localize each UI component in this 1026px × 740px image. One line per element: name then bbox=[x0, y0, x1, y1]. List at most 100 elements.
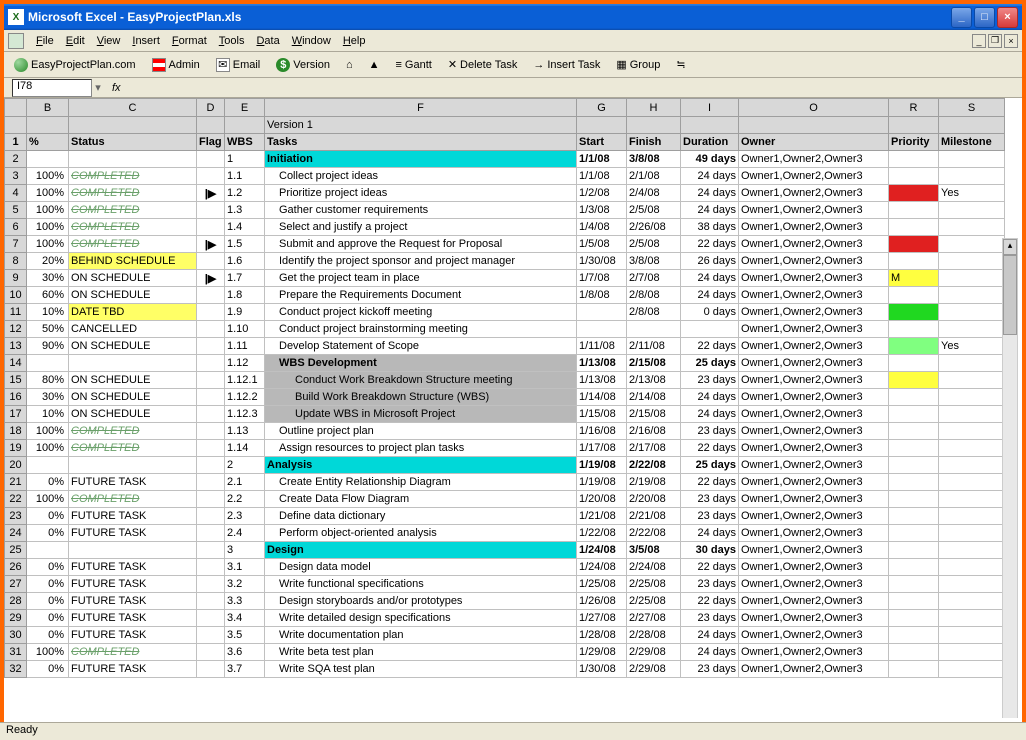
row-header[interactable]: 19 bbox=[5, 440, 27, 457]
cell[interactable] bbox=[197, 117, 225, 134]
priority-cell[interactable] bbox=[889, 338, 939, 355]
owner-cell[interactable]: Owner1,Owner2,Owner3 bbox=[739, 627, 889, 644]
duration-cell[interactable]: 24 days bbox=[681, 406, 739, 423]
wbs-cell[interactable]: 1.5 bbox=[225, 236, 265, 253]
owner-cell[interactable]: Owner1,Owner2,Owner3 bbox=[739, 270, 889, 287]
milestone-cell[interactable] bbox=[939, 627, 1005, 644]
finish-cell[interactable]: 2/22/08 bbox=[627, 457, 681, 474]
pct-cell[interactable]: 0% bbox=[27, 593, 69, 610]
pct-cell[interactable] bbox=[27, 542, 69, 559]
status-cell[interactable]: COMPLETED bbox=[69, 168, 197, 185]
milestone-cell[interactable] bbox=[939, 559, 1005, 576]
task-cell[interactable]: Write beta test plan bbox=[265, 644, 577, 661]
wbs-cell[interactable]: 1.4 bbox=[225, 219, 265, 236]
milestone-cell[interactable] bbox=[939, 253, 1005, 270]
duration-cell[interactable]: 23 days bbox=[681, 610, 739, 627]
col-header[interactable]: G bbox=[577, 99, 627, 117]
pct-cell[interactable]: 10% bbox=[27, 406, 69, 423]
menu-tools[interactable]: Tools bbox=[213, 33, 251, 49]
duration-cell[interactable]: 22 days bbox=[681, 559, 739, 576]
finish-cell[interactable]: 2/26/08 bbox=[627, 219, 681, 236]
finish-cell[interactable]: 2/11/08 bbox=[627, 338, 681, 355]
duration-cell[interactable]: 30 days bbox=[681, 542, 739, 559]
start-cell[interactable]: 1/19/08 bbox=[577, 457, 627, 474]
doc-close-button[interactable]: × bbox=[1004, 34, 1018, 48]
owner-cell[interactable]: Owner1,Owner2,Owner3 bbox=[739, 236, 889, 253]
wbs-cell[interactable]: 3.7 bbox=[225, 661, 265, 678]
duration-cell[interactable]: 24 days bbox=[681, 202, 739, 219]
flag-cell[interactable] bbox=[197, 372, 225, 389]
milestone-cell[interactable]: Yes bbox=[939, 185, 1005, 202]
finish-cell[interactable]: 2/24/08 bbox=[627, 559, 681, 576]
task-cell[interactable]: Outline project plan bbox=[265, 423, 577, 440]
start-cell[interactable]: 1/13/08 bbox=[577, 372, 627, 389]
task-cell[interactable]: Write documentation plan bbox=[265, 627, 577, 644]
header-cell[interactable]: Status bbox=[69, 134, 197, 151]
pct-cell[interactable]: 0% bbox=[27, 610, 69, 627]
status-cell[interactable]: FUTURE TASK bbox=[69, 661, 197, 678]
status-cell[interactable]: ON SCHEDULE bbox=[69, 338, 197, 355]
settings-button[interactable]: ≒ bbox=[672, 56, 689, 73]
finish-cell[interactable]: 2/5/08 bbox=[627, 202, 681, 219]
start-cell[interactable]: 1/16/08 bbox=[577, 423, 627, 440]
wbs-cell[interactable]: 1.12 bbox=[225, 355, 265, 372]
task-cell[interactable]: Define data dictionary bbox=[265, 508, 577, 525]
priority-cell[interactable] bbox=[889, 406, 939, 423]
flag-cell[interactable] bbox=[197, 644, 225, 661]
status-cell[interactable]: BEHIND SCHEDULE bbox=[69, 253, 197, 270]
milestone-cell[interactable] bbox=[939, 389, 1005, 406]
finish-cell[interactable]: 2/15/08 bbox=[627, 355, 681, 372]
task-cell[interactable]: Assign resources to project plan tasks bbox=[265, 440, 577, 457]
flag-cell[interactable] bbox=[197, 287, 225, 304]
priority-cell[interactable] bbox=[889, 525, 939, 542]
priority-cell[interactable] bbox=[889, 219, 939, 236]
milestone-cell[interactable] bbox=[939, 321, 1005, 338]
priority-cell[interactable] bbox=[889, 185, 939, 202]
start-cell[interactable]: 1/15/08 bbox=[577, 406, 627, 423]
row-header[interactable]: 27 bbox=[5, 576, 27, 593]
status-cell[interactable]: DATE TBD bbox=[69, 304, 197, 321]
owner-cell[interactable]: Owner1,Owner2,Owner3 bbox=[739, 389, 889, 406]
col-header[interactable]: B bbox=[27, 99, 69, 117]
owner-cell[interactable]: Owner1,Owner2,Owner3 bbox=[739, 321, 889, 338]
finish-cell[interactable]: 2/17/08 bbox=[627, 440, 681, 457]
task-cell[interactable]: Prepare the Requirements Document bbox=[265, 287, 577, 304]
priority-cell[interactable] bbox=[889, 610, 939, 627]
owner-cell[interactable]: Owner1,Owner2,Owner3 bbox=[739, 610, 889, 627]
start-cell[interactable]: 1/24/08 bbox=[577, 542, 627, 559]
menu-data[interactable]: Data bbox=[250, 33, 285, 49]
task-cell[interactable]: Write functional specifications bbox=[265, 576, 577, 593]
priority-cell[interactable] bbox=[889, 644, 939, 661]
owner-cell[interactable]: Owner1,Owner2,Owner3 bbox=[739, 372, 889, 389]
cell[interactable] bbox=[681, 117, 739, 134]
row-header[interactable]: 11 bbox=[5, 304, 27, 321]
site-button[interactable]: EasyProjectPlan.com bbox=[10, 56, 140, 74]
task-cell[interactable]: Conduct project kickoff meeting bbox=[265, 304, 577, 321]
owner-cell[interactable]: Owner1,Owner2,Owner3 bbox=[739, 440, 889, 457]
start-cell[interactable]: 1/2/08 bbox=[577, 185, 627, 202]
owner-cell[interactable]: Owner1,Owner2,Owner3 bbox=[739, 644, 889, 661]
duration-cell[interactable]: 22 days bbox=[681, 440, 739, 457]
email-button[interactable]: ✉Email bbox=[212, 56, 265, 74]
start-cell[interactable]: 1/4/08 bbox=[577, 219, 627, 236]
vertical-scrollbar[interactable]: ▴ ▾ bbox=[1002, 238, 1018, 718]
menu-help[interactable]: Help bbox=[337, 33, 372, 49]
status-cell[interactable]: COMPLETED bbox=[69, 423, 197, 440]
priority-cell[interactable] bbox=[889, 253, 939, 270]
menu-window[interactable]: Window bbox=[286, 33, 337, 49]
flag-cell[interactable] bbox=[197, 627, 225, 644]
pct-cell[interactable]: 0% bbox=[27, 474, 69, 491]
wbs-cell[interactable]: 1 bbox=[225, 151, 265, 168]
owner-cell[interactable]: Owner1,Owner2,Owner3 bbox=[739, 253, 889, 270]
wbs-cell[interactable]: 2.3 bbox=[225, 508, 265, 525]
priority-cell[interactable] bbox=[889, 202, 939, 219]
insert-task-button[interactable]: →Insert Task bbox=[529, 57, 604, 73]
finish-cell[interactable]: 2/27/08 bbox=[627, 610, 681, 627]
finish-cell[interactable]: 2/14/08 bbox=[627, 389, 681, 406]
pct-cell[interactable] bbox=[27, 355, 69, 372]
start-cell[interactable]: 1/25/08 bbox=[577, 576, 627, 593]
wbs-cell[interactable]: 1.7 bbox=[225, 270, 265, 287]
row-header[interactable]: 9 bbox=[5, 270, 27, 287]
priority-cell[interactable] bbox=[889, 389, 939, 406]
owner-cell[interactable]: Owner1,Owner2,Owner3 bbox=[739, 508, 889, 525]
